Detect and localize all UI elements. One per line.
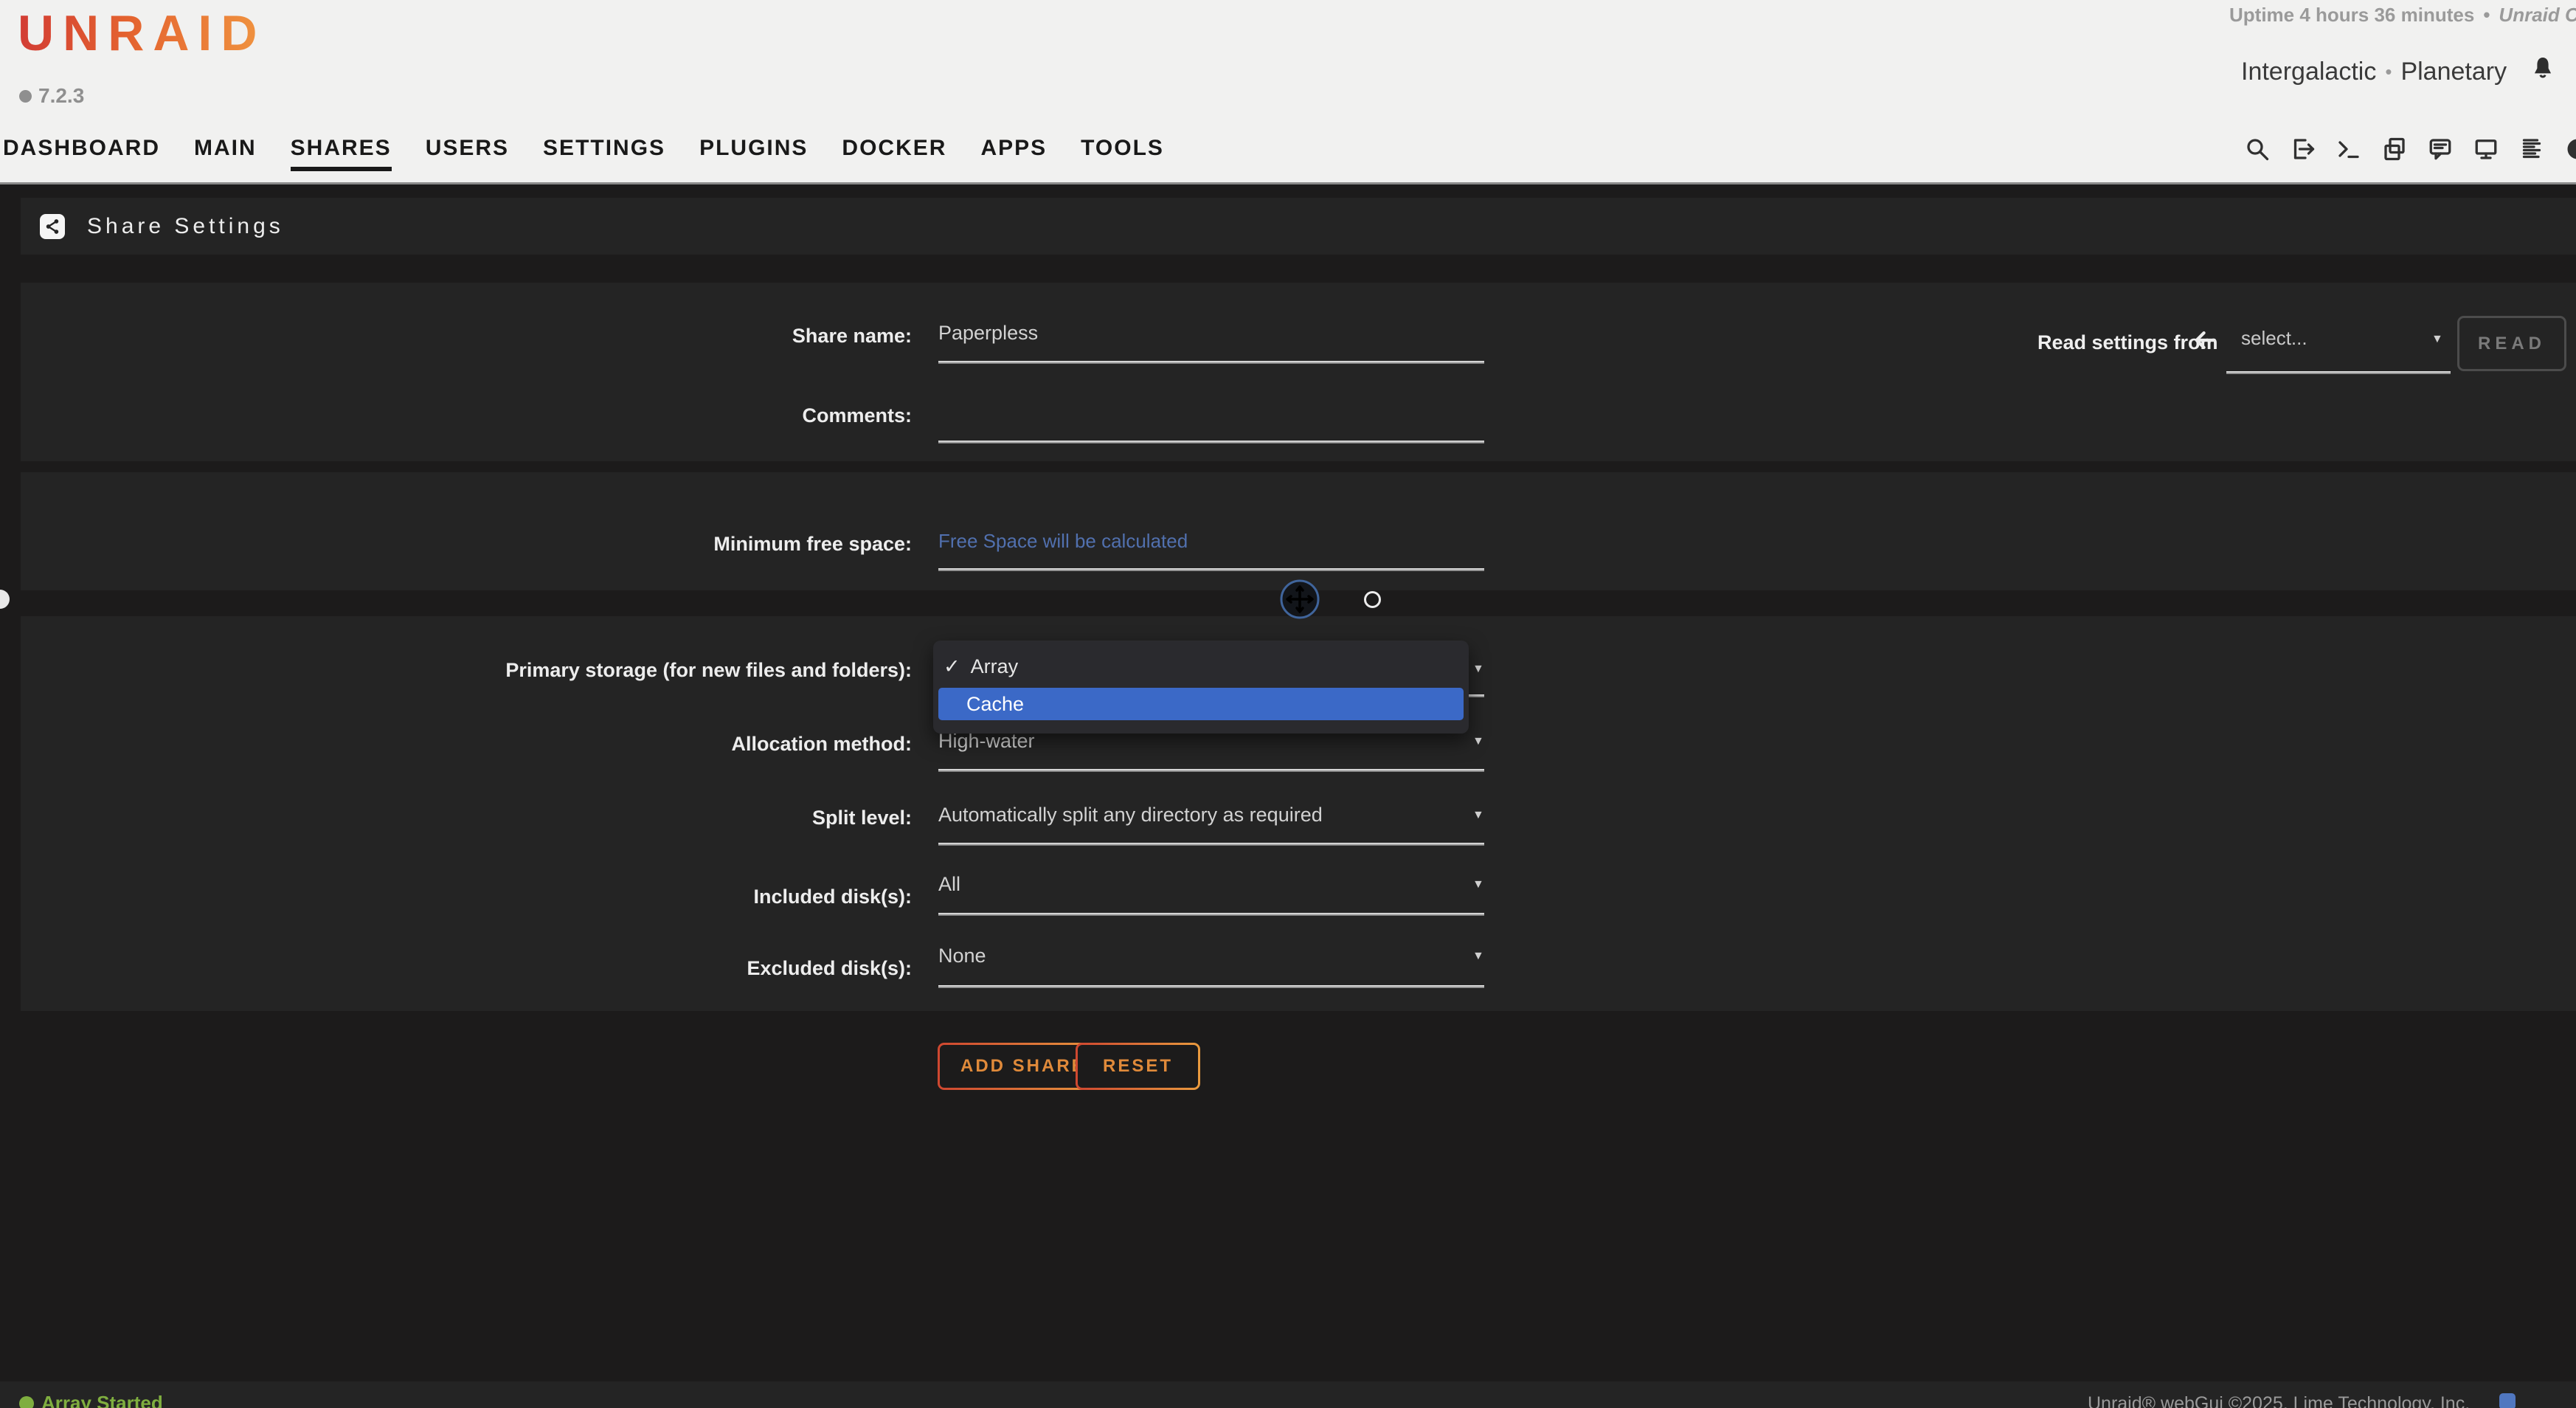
share-name-input[interactable]: Paperpless	[938, 322, 1038, 345]
excluded-disks-underline	[938, 985, 1484, 988]
array-status[interactable]: Array Started	[19, 1392, 163, 1408]
top-header: UNRAID 7.2.3 Uptime 4 hours 36 minutes•U…	[0, 0, 2576, 184]
pointer-ring-icon	[1364, 591, 1381, 608]
array-status-text: Array Started	[41, 1392, 163, 1408]
allocation-method-label: Allocation method:	[0, 733, 912, 756]
version-number: 7.2.3	[38, 84, 84, 108]
share-settings-icon[interactable]	[40, 214, 65, 239]
page-title-bar: Share Settings	[21, 198, 2576, 255]
log-icon[interactable]	[2518, 136, 2545, 162]
dropdown-option-array[interactable]: ✓ Array	[944, 655, 1018, 678]
primary-storage-dropdown: ✓ Array Cache	[933, 641, 1469, 734]
server-description: Planetary	[2400, 58, 2507, 86]
allocation-caret-icon[interactable]: ▼	[1472, 735, 1484, 748]
dropdown-option-label: Cache	[966, 693, 1024, 715]
read-select-underline	[2226, 371, 2451, 374]
read-settings-label: Read settings from	[2037, 331, 2218, 354]
split-level-underline	[938, 843, 1484, 846]
nav-docker[interactable]: DOCKER	[842, 136, 946, 171]
excluded-disks-select[interactable]: None	[938, 945, 986, 967]
profile-circle-icon[interactable]	[2564, 136, 2576, 162]
separator-bullet: •	[2376, 61, 2400, 83]
left-edge-dot	[0, 590, 10, 609]
share-name-underline	[938, 361, 1484, 364]
nav-tools[interactable]: TOOLS	[1081, 136, 1164, 171]
nav-users[interactable]: USERS	[426, 136, 509, 171]
primary-storage-caret-icon[interactable]: ▼	[1472, 663, 1484, 676]
section-free-space	[21, 472, 2576, 590]
dropdown-option-cache[interactable]: Cache	[938, 688, 1464, 720]
section-share-identity	[21, 283, 2576, 461]
split-level-select[interactable]: Automatically split any directory as req…	[938, 804, 1323, 826]
nav-main[interactable]: MAIN	[194, 136, 257, 171]
min-free-space-label: Minimum free space:	[0, 533, 912, 556]
footer-bar: Array Started Unraid® webGui ©2025, Lime…	[0, 1381, 2576, 1408]
check-icon: ✓	[944, 655, 960, 678]
unraid-logo: UNRAID	[18, 4, 266, 62]
split-level-caret-icon[interactable]: ▼	[1472, 809, 1484, 822]
copy-icon[interactable]	[2381, 136, 2408, 162]
reset-button-label: RESET	[1078, 1045, 1198, 1088]
footer-link-icon[interactable]	[2499, 1393, 2516, 1408]
share-name-label: Share name:	[0, 325, 912, 348]
sign-out-icon[interactable]	[2290, 136, 2316, 162]
min-free-space-underline	[938, 568, 1484, 571]
read-button[interactable]: READ	[2457, 316, 2566, 371]
primary-storage-label: Primary storage (for new files and folde…	[0, 659, 912, 682]
allocation-underline	[938, 769, 1484, 772]
reset-button[interactable]: RESET	[1076, 1043, 1200, 1090]
os-edition: Unraid OS Starter	[2499, 4, 2576, 26]
read-select-caret-icon[interactable]: ▼	[2431, 333, 2443, 346]
server-line: Intergalactic • Planetary	[2241, 55, 2576, 89]
feedback-icon[interactable]	[2427, 136, 2454, 162]
nav-apps[interactable]: APPS	[980, 136, 1047, 171]
included-disks-label: Included disk(s):	[0, 886, 912, 908]
version-badge: 7.2.3	[19, 84, 84, 108]
comments-label: Comments:	[0, 404, 912, 427]
copyright-text: Unraid® webGui ©2025, Lime Technology, I…	[2088, 1393, 2470, 1408]
search-icon[interactable]	[2244, 136, 2271, 162]
min-free-space-input[interactable]: Free Space will be calculated	[938, 530, 1188, 553]
split-level-label: Split level:	[0, 807, 912, 829]
main-nav: DASHBOARD MAIN SHARES USERS SETTINGS PLU…	[3, 136, 1164, 171]
nav-dashboard[interactable]: DASHBOARD	[3, 136, 160, 171]
excluded-disks-caret-icon[interactable]: ▼	[1472, 950, 1484, 963]
server-name[interactable]: Intergalactic	[2241, 58, 2376, 86]
toolbar-icons	[2244, 136, 2576, 162]
included-disks-underline	[938, 913, 1484, 916]
move-cursor-icon	[1278, 578, 1321, 621]
uptime-line: Uptime 4 hours 36 minutes•Unraid OS Star…	[2229, 4, 2576, 27]
terminal-icon[interactable]	[2336, 136, 2362, 162]
nav-settings[interactable]: SETTINGS	[543, 136, 665, 171]
page-title: Share Settings	[87, 214, 284, 239]
comments-underline	[938, 441, 1484, 444]
array-status-dot-icon	[19, 1396, 34, 1408]
nav-plugins[interactable]: PLUGINS	[699, 136, 808, 171]
uptime-text: Uptime 4 hours 36 minutes	[2229, 4, 2474, 26]
notifications-bell-icon[interactable]	[2529, 55, 2557, 89]
nav-shares[interactable]: SHARES	[291, 136, 392, 171]
separator-bullet: •	[2474, 4, 2499, 26]
included-disks-caret-icon[interactable]: ▼	[1472, 878, 1484, 891]
included-disks-select[interactable]: All	[938, 873, 960, 896]
monitor-icon[interactable]	[2473, 136, 2499, 162]
read-settings-select[interactable]: select...	[2241, 327, 2307, 350]
excluded-disks-label: Excluded disk(s):	[0, 957, 912, 980]
version-dot-icon	[19, 90, 32, 103]
dropdown-option-label: Array	[971, 655, 1019, 677]
arrow-left-icon	[2192, 328, 2217, 353]
